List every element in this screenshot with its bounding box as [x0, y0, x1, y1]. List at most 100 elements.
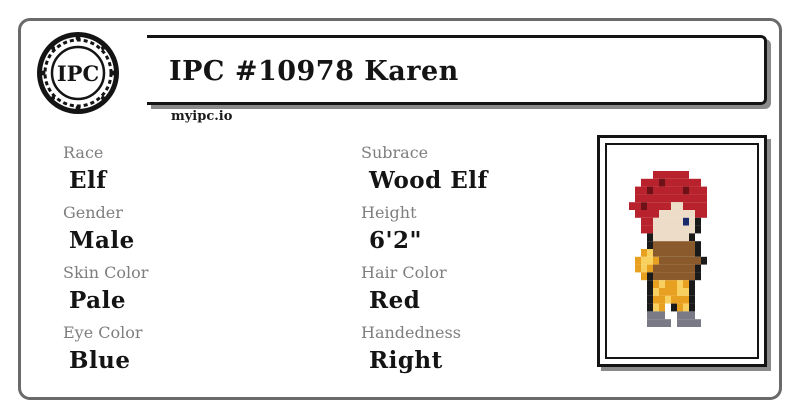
- sprite-pixel: [689, 311, 695, 320]
- ipc-seal-logo: IPC: [35, 30, 121, 116]
- sprite-pixel: [701, 256, 707, 265]
- sprite-pixel: [701, 210, 707, 218]
- subrace-value: Wood Elf: [369, 167, 488, 194]
- sprite-pixel: [683, 272, 689, 281]
- sprite-pixel: [641, 186, 647, 195]
- sprite-pixel: [689, 303, 695, 312]
- sprite-pixel: [689, 186, 695, 195]
- race-label: Race: [63, 143, 104, 162]
- sprite-pixel: [653, 295, 659, 304]
- sprite-pixel: [653, 186, 659, 195]
- sprite-pixel: [635, 264, 641, 273]
- sprite-pixel: [635, 194, 641, 203]
- sprite-pixel: [659, 217, 665, 226]
- sprite-pixel: [653, 319, 659, 327]
- sprite-pixel: [659, 210, 665, 218]
- sprite-pixel: [641, 178, 647, 187]
- sprite-pixel: [683, 280, 689, 288]
- sprite-pixel: [677, 202, 683, 210]
- handedness-value: Right: [369, 347, 443, 374]
- sprite-pixel: [647, 264, 653, 273]
- sprite-pixel: [635, 256, 641, 265]
- sprite-pixel: [647, 202, 653, 210]
- sprite-pixel: [665, 210, 671, 218]
- sprite-pixel: [647, 256, 653, 265]
- gender-value: Male: [69, 227, 135, 254]
- sprite-pixel: [659, 303, 665, 312]
- sprite-pixel: [665, 319, 671, 327]
- title-bar: IPC #10978 Karen: [147, 35, 767, 105]
- sprite-pixel: [677, 171, 683, 179]
- sprite-pixel: [671, 256, 677, 265]
- sprite-pixel: [653, 225, 659, 234]
- sprite-pixel: [683, 225, 689, 234]
- sprite-pixel: [671, 233, 677, 242]
- sprite-pixel: [695, 225, 701, 234]
- sprite-pixel: [671, 186, 677, 195]
- sprite-pixel: [641, 225, 647, 234]
- sprite-pixel: [683, 178, 689, 187]
- sprite-pixel: [653, 241, 659, 249]
- sprite-pixel: [647, 194, 653, 203]
- sprite-pixel: [653, 202, 659, 210]
- sprite-pixel: [647, 249, 653, 257]
- sprite-pixel: [671, 303, 677, 312]
- sprite-pixel: [659, 171, 665, 179]
- sprite-pixel: [677, 303, 683, 312]
- sprite-pixel: [689, 225, 695, 234]
- sprite-pixel: [647, 186, 653, 195]
- sprite-pixel: [677, 249, 683, 257]
- sprite-pixel: [659, 225, 665, 234]
- sprite-pixel: [665, 225, 671, 234]
- sprite-pixel: [689, 264, 695, 273]
- sprite-pixel: [683, 264, 689, 273]
- sprite-pixel: [677, 311, 683, 320]
- sprite-pixel: [653, 256, 659, 265]
- portrait-frame: [597, 135, 767, 367]
- sprite-pixel: [653, 210, 659, 218]
- sprite-pixel: [665, 272, 671, 281]
- hair-color-value: Red: [369, 287, 421, 314]
- sprite-pixel: [641, 264, 647, 273]
- sprite-pixel: [689, 319, 695, 327]
- sprite-pixel: [695, 264, 701, 273]
- sprite-pixel: [683, 288, 689, 296]
- handedness-label: Handedness: [361, 323, 461, 342]
- sprite-pixel: [683, 311, 689, 320]
- sprite-pixel: [677, 319, 683, 327]
- sprite-pixel: [647, 241, 653, 249]
- sprite-pixel: [653, 280, 659, 288]
- sprite-pixel: [665, 249, 671, 257]
- sprite-pixel: [659, 178, 665, 187]
- sprite-pixel: [659, 186, 665, 195]
- sprite-pixel: [647, 217, 653, 226]
- sprite-pixel: [641, 249, 647, 257]
- sprite-pixel: [659, 311, 665, 320]
- sprite-pixel: [659, 241, 665, 249]
- sprite-pixel: [683, 303, 689, 312]
- sprite-pixel: [671, 202, 677, 210]
- sprite-pixel: [671, 241, 677, 249]
- sprite-pixel: [695, 256, 701, 265]
- sprite-pixel: [677, 288, 683, 296]
- sprite-pixel: [659, 272, 665, 281]
- sprite-pixel: [683, 233, 689, 242]
- sprite-pixel: [629, 202, 635, 210]
- sprite-pixel: [671, 280, 677, 288]
- sprite-pixel: [677, 241, 683, 249]
- sprite-pixel: [683, 249, 689, 257]
- sprite-pixel: [647, 210, 653, 218]
- sprite-pixel: [677, 280, 683, 288]
- sprite-pixel: [659, 288, 665, 296]
- sprite-pixel: [683, 256, 689, 265]
- sprite-pixel: [653, 272, 659, 281]
- subrace-label: Subrace: [361, 143, 429, 162]
- character-card: IPC IPC #10978 Karen myipc.io Race Elf G…: [18, 18, 782, 400]
- sprite-pixel: [689, 178, 695, 187]
- skin-color-label: Skin Color: [63, 263, 149, 282]
- sprite-pixel: [677, 194, 683, 203]
- sprite-pixel: [701, 194, 707, 203]
- sprite-pixel: [653, 288, 659, 296]
- sprite-pixel: [689, 217, 695, 226]
- site-link[interactable]: myipc.io: [171, 109, 232, 124]
